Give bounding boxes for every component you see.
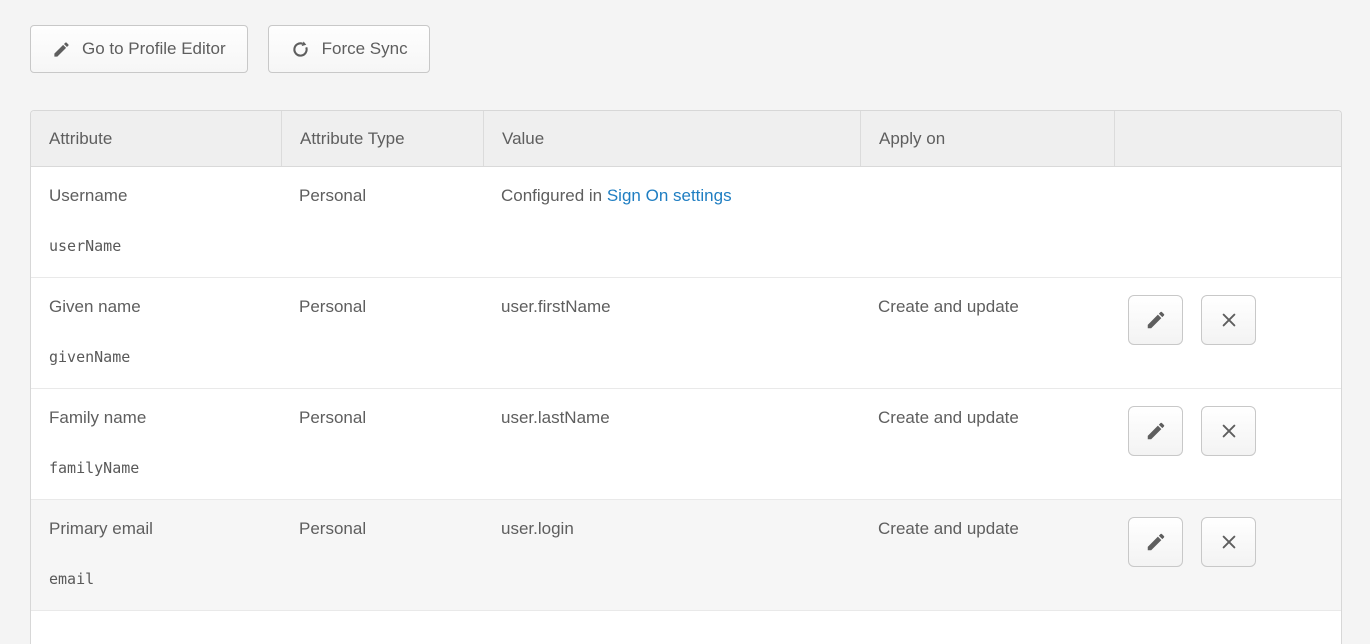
- value-cell: user.firstName: [483, 278, 860, 388]
- value-cell: Configured in Sign On settings: [483, 167, 860, 277]
- go-to-profile-editor-button[interactable]: Go to Profile Editor: [30, 25, 248, 73]
- pencil-icon: [1145, 531, 1167, 553]
- attribute-cell: Given name givenName: [31, 278, 281, 388]
- column-header-actions: [1114, 111, 1341, 166]
- remove-attribute-button[interactable]: [1201, 517, 1256, 567]
- column-header-value: Value: [483, 111, 860, 166]
- refresh-icon: [290, 39, 311, 60]
- remove-attribute-button[interactable]: [1201, 406, 1256, 456]
- edit-attribute-button[interactable]: [1128, 517, 1183, 567]
- attribute-variable-name: email: [49, 568, 263, 590]
- force-sync-button[interactable]: Force Sync: [268, 25, 430, 73]
- app-mappings-page: Go to Profile Editor Force Sync Attribut…: [0, 0, 1370, 644]
- button-label: Force Sync: [322, 39, 408, 59]
- attribute-display-name: Family name: [49, 407, 263, 429]
- table-row-family-name: Family name familyName Personal user.las…: [31, 389, 1341, 500]
- edit-attribute-button[interactable]: [1128, 295, 1183, 345]
- actions-cell: [1114, 389, 1341, 499]
- attribute-type-cell: Personal: [281, 500, 483, 610]
- apply-on-cell: [860, 167, 1114, 277]
- attribute-variable-name: familyName: [49, 457, 263, 479]
- attribute-type-cell: Personal: [281, 278, 483, 388]
- actions-cell: [1114, 167, 1341, 277]
- attribute-variable-name: userName: [49, 235, 263, 257]
- attribute-display-name: Given name: [49, 296, 263, 318]
- actions-cell: [1114, 500, 1341, 610]
- column-header-attribute: Attribute: [31, 111, 281, 166]
- pencil-icon: [52, 40, 71, 59]
- pencil-icon: [1145, 420, 1167, 442]
- attribute-mappings-table: Attribute Attribute Type Value Apply on …: [30, 110, 1342, 644]
- apply-on-cell: Create and update: [860, 500, 1114, 610]
- attribute-cell: Family name familyName: [31, 389, 281, 499]
- actions-cell: [1114, 278, 1341, 388]
- value-text: Configured in: [501, 186, 607, 205]
- sign-on-settings-link[interactable]: Sign On settings: [607, 186, 732, 205]
- column-header-apply-on: Apply on: [860, 111, 1114, 166]
- remove-attribute-button[interactable]: [1201, 295, 1256, 345]
- attribute-type-cell: Personal: [281, 167, 483, 277]
- table-row-given-name: Given name givenName Personal user.first…: [31, 278, 1341, 389]
- apply-on-cell: Create and update: [860, 278, 1114, 388]
- attribute-cell: Primary email email: [31, 500, 281, 610]
- attribute-type-cell: Personal: [281, 389, 483, 499]
- apply-on-cell: Create and update: [860, 389, 1114, 499]
- toolbar: Go to Profile Editor Force Sync: [30, 25, 430, 73]
- table-header: Attribute Attribute Type Value Apply on: [31, 111, 1341, 167]
- x-icon: [1219, 310, 1239, 330]
- attribute-variable-name: givenName: [49, 346, 263, 368]
- table-row-primary-email: Primary email email Personal user.login …: [31, 500, 1341, 611]
- table-row-username: Username userName Personal Configured in…: [31, 167, 1341, 278]
- value-cell: user.login: [483, 500, 860, 610]
- table-row-partial: [31, 611, 1341, 644]
- value-cell: user.lastName: [483, 389, 860, 499]
- pencil-icon: [1145, 309, 1167, 331]
- x-icon: [1219, 421, 1239, 441]
- edit-attribute-button[interactable]: [1128, 406, 1183, 456]
- attribute-display-name: Username: [49, 185, 263, 207]
- attribute-display-name: Primary email: [49, 518, 263, 540]
- column-header-attribute-type: Attribute Type: [281, 111, 483, 166]
- attribute-cell: Username userName: [31, 167, 281, 277]
- x-icon: [1219, 532, 1239, 552]
- button-label: Go to Profile Editor: [82, 39, 226, 59]
